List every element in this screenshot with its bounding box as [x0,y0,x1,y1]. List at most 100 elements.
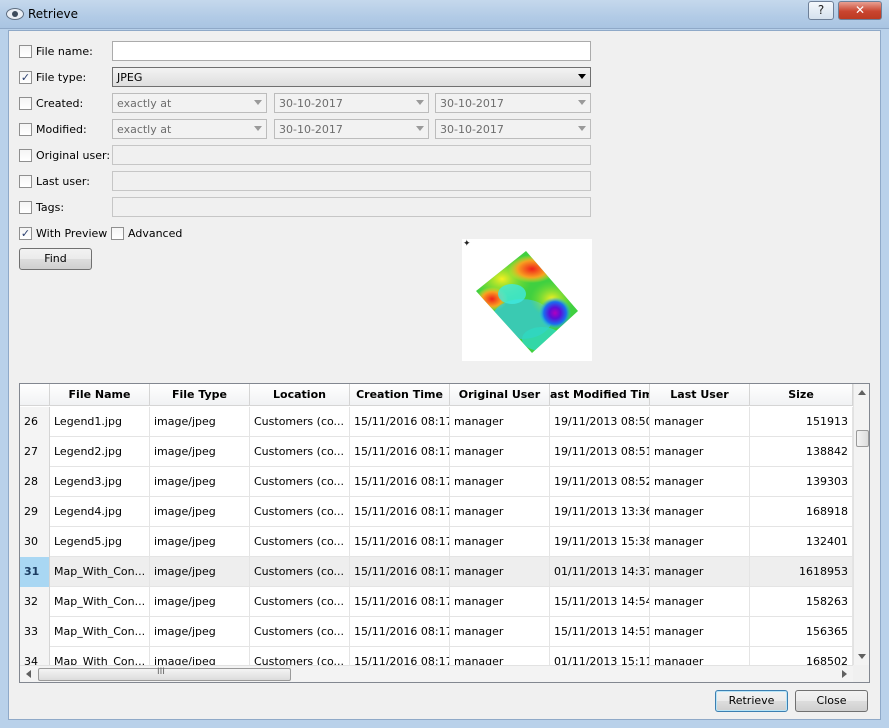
column-header-creation-time[interactable]: Creation Time [350,384,450,406]
table-row[interactable]: 29 Legend4.jpg image/jpeg Customers (co... 1… [20,497,853,527]
cell-size: 139303 [750,467,853,497]
original-user-label: Original user: [36,149,111,162]
table-row[interactable]: 30 Legend5.jpg image/jpeg Customers (co... 1… [20,527,853,557]
original-user-checkbox[interactable] [19,149,32,162]
dialog-body: File name: ✓ File type: JPEG Created: ex… [8,30,881,720]
cell-row-index: 27 [20,437,50,467]
chevron-down-icon [416,100,424,105]
modified-date-from[interactable]: 30-10-2017 [274,119,429,139]
created-date-to-value: 30-10-2017 [440,97,504,110]
original-user-input[interactable] [112,145,591,165]
original-user-row: Original user: [19,145,599,165]
cell-creation-time: 15/11/2016 08:17 [350,407,450,437]
cell-size: 138842 [750,437,853,467]
scroll-down-icon[interactable] [858,654,866,659]
modified-date-from-value: 30-10-2017 [279,123,343,136]
modified-date-to[interactable]: 30-10-2017 [435,119,591,139]
table-row[interactable]: 28 Legend3.jpg image/jpeg Customers (co... 1… [20,467,853,497]
modified-checkbox[interactable] [19,123,32,136]
cell-file-name: Legend5.jpg [50,527,150,557]
column-header-location[interactable]: Location [250,384,350,406]
cell-file-type: image/jpeg [150,527,250,557]
app-eye-icon [6,8,24,20]
table-row[interactable]: 27 Legend2.jpg image/jpeg Customers (co... 1… [20,437,853,467]
results-table[interactable]: File Name File Type Location Creation Time O… [19,383,870,683]
cell-row-index: 28 [20,467,50,497]
cell-last-user: manager [650,647,750,665]
cell-file-name: Map_With_Con... [50,617,150,647]
column-header-last-user[interactable]: Last User [650,384,750,406]
column-header-row-index[interactable] [20,384,50,406]
cell-creation-time: 15/11/2016 08:17 [350,587,450,617]
cell-creation-time: 15/11/2016 08:17 [350,647,450,665]
modified-mode-dropdown[interactable]: exactly at [112,119,267,139]
cell-file-name: Map_With_Con... [50,557,150,587]
created-date-from[interactable]: 30-10-2017 [274,93,429,113]
help-button[interactable]: ? [808,1,834,20]
with-preview-checkbox[interactable]: ✓ [19,227,32,240]
column-header-file-type[interactable]: File Type [150,384,250,406]
file-type-checkbox[interactable]: ✓ [19,71,32,84]
file-type-row: ✓ File type: JPEG [19,67,599,87]
cell-file-type: image/jpeg [150,437,250,467]
table-row[interactable]: 33 Map_With_Con... image/jpeg Customers (co… [20,617,853,647]
table-row[interactable]: 26 Legend1.jpg image/jpeg Customers (co... 1… [20,407,853,437]
modified-row: Modified: exactly at 30-10-2017 30-10-20… [19,119,599,139]
advanced-checkbox[interactable] [111,227,124,240]
column-header-last-modified[interactable]: ast Modified Tim [550,384,650,406]
cell-last-modified: 01/11/2013 14:37 [550,557,650,587]
cell-original-user: manager [450,407,550,437]
chevron-down-icon [254,100,262,105]
horizontal-scroll-thumb[interactable]: III [38,667,291,681]
chevron-down-icon [578,126,586,131]
file-name-input[interactable] [112,41,591,61]
last-user-input[interactable] [112,171,591,191]
scroll-right-icon[interactable] [842,670,847,678]
created-mode-dropdown[interactable]: exactly at [112,93,267,113]
chevron-down-icon [578,74,586,79]
cell-row-index: 29 [20,497,50,527]
find-button[interactable]: Find [19,248,92,270]
cell-size: 1618953 [750,557,853,587]
cell-last-user: manager [650,437,750,467]
scroll-grip: III [157,667,165,677]
vertical-scrollbar[interactable] [853,384,869,665]
scroll-left-icon[interactable] [26,670,31,678]
created-date-to[interactable]: 30-10-2017 [435,93,591,113]
chevron-down-icon [578,100,586,105]
table-row[interactable]: 31 Map_With_Con... image/jpeg Customers (co… [20,557,853,587]
cell-row-index: 31 [20,557,50,587]
table-row[interactable]: 34 Map_With_Con... image/jpeg Customers (co… [20,647,853,665]
modified-date-to-value: 30-10-2017 [440,123,504,136]
last-user-checkbox[interactable] [19,175,32,188]
window-title: Retrieve [28,7,79,21]
tags-checkbox[interactable] [19,201,32,214]
cell-location: Customers (co... [250,527,350,557]
close-button[interactable]: Close [795,690,868,712]
scroll-up-icon[interactable] [858,390,866,395]
created-mode-value: exactly at [117,97,172,110]
file-name-checkbox[interactable] [19,45,32,58]
created-checkbox[interactable] [19,97,32,110]
window-close-button[interactable]: ✕ [838,1,882,20]
horizontal-scrollbar[interactable]: III [20,665,853,682]
retrieve-button[interactable]: Retrieve [715,690,788,712]
file-name-label: File name: [36,45,93,58]
cell-file-type: image/jpeg [150,497,250,527]
file-type-dropdown[interactable]: JPEG [112,67,591,87]
last-user-label: Last user: [36,175,90,188]
tags-input[interactable] [112,197,591,217]
cell-file-name: Map_With_Con... [50,647,150,665]
table-row[interactable]: 32 Map_With_Con... image/jpeg Customers (co… [20,587,853,617]
column-header-size[interactable]: Size [750,384,853,406]
cell-creation-time: 15/11/2016 08:17 [350,557,450,587]
column-header-original-user[interactable]: Original User [450,384,550,406]
move-cursor-icon: ✦ [463,239,471,249]
vertical-scroll-thumb[interactable] [856,430,869,447]
cell-original-user: manager [450,617,550,647]
cell-file-name: Legend2.jpg [50,437,150,467]
cell-file-name: Map_With_Con... [50,587,150,617]
cell-size: 158263 [750,587,853,617]
cell-file-name: Legend1.jpg [50,407,150,437]
column-header-file-name[interactable]: File Name [50,384,150,406]
